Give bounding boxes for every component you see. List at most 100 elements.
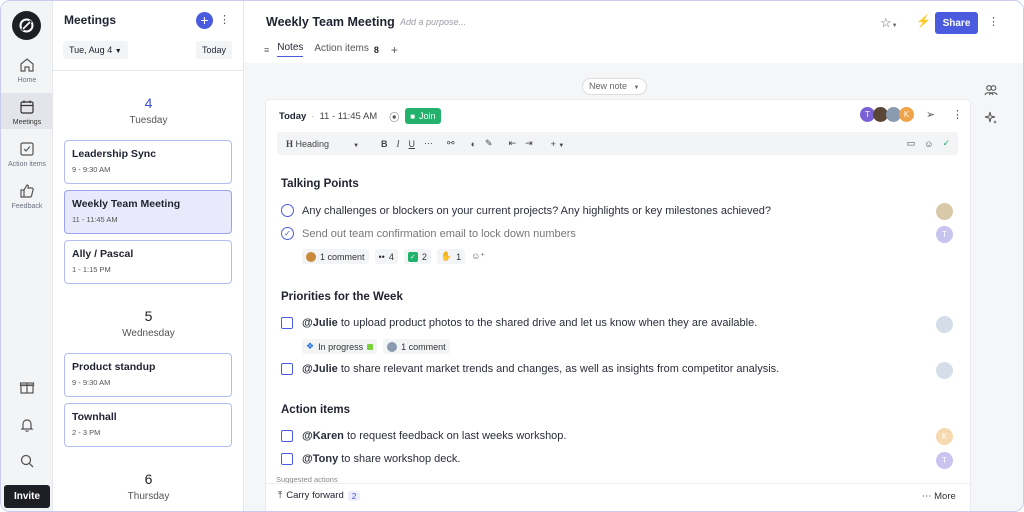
section-heading: Priorities for the Week	[281, 291, 403, 303]
video-icon: ■	[410, 111, 416, 121]
list-icon: ≡	[264, 44, 270, 55]
today-button[interactable]: Today	[196, 41, 233, 59]
mention[interactable]: @Julie	[302, 363, 338, 375]
circle-checkbox[interactable]	[281, 204, 294, 217]
users-icon[interactable]	[984, 83, 998, 97]
priority-item[interactable]: @Julie to share relevant market trends a…	[281, 363, 779, 375]
avatar	[306, 251, 316, 262]
meeting-card[interactable]: Townhall 2 - 3 PM	[64, 403, 232, 447]
more-button[interactable]: ⋯ More	[922, 491, 956, 502]
home-icon	[20, 58, 34, 72]
meeting-card[interactable]: Product standup 9 - 9:30 AM	[64, 353, 232, 397]
divider	[53, 70, 244, 71]
emoji-icon[interactable]: ☺	[924, 139, 933, 149]
circle-checkbox-checked[interactable]: ✓	[281, 227, 294, 240]
send-icon[interactable]: ➢	[926, 108, 935, 121]
action-item-body: to request feedback on last weeks worksh…	[343, 430, 567, 442]
italic-button[interactable]: I	[397, 139, 400, 149]
status-badge[interactable]: ❖ In progress	[302, 339, 378, 354]
avatar	[936, 203, 953, 220]
palette-icon[interactable]: ◐	[471, 139, 476, 149]
more-icon[interactable]: ⋮	[952, 108, 963, 121]
check-icon[interactable]: ✓	[942, 138, 950, 149]
meeting-time: 2 - 3 PM	[72, 428, 101, 437]
avatar: T	[936, 226, 953, 243]
avatar[interactable]: K	[899, 107, 914, 122]
star-icon[interactable]: ☆▼	[880, 15, 898, 31]
more-icon[interactable]: ⋯	[424, 138, 433, 149]
meeting-time: 9 - 9:30 AM	[72, 165, 111, 174]
note-date: Today	[279, 110, 307, 122]
tab-action-items[interactable]: Action items	[314, 43, 368, 57]
insert-icon[interactable]: + ▼	[551, 139, 565, 149]
talking-point[interactable]: Any challenges or blockers on your curre…	[281, 204, 771, 217]
status-dot	[367, 343, 374, 350]
app-window: Home Meetings Action items Feedback Invi…	[0, 0, 1024, 512]
outdent-icon[interactable]: ⇤	[509, 138, 517, 149]
checkbox[interactable]	[281, 363, 293, 375]
reaction-eyes[interactable]: •• 4	[374, 249, 398, 264]
highlighter-icon[interactable]: ✎	[485, 138, 493, 149]
checkbox[interactable]	[281, 453, 293, 465]
date-selector-label: Tue, Aug 4	[69, 45, 113, 55]
new-note-button[interactable]: New note ▼	[582, 78, 647, 95]
more-icon[interactable]: ⋮	[219, 13, 230, 26]
note-header: Today · 11 - 11:45 AM ⦿ ■ Join	[279, 108, 441, 124]
add-reaction-icon[interactable]: ☺⁺	[471, 251, 485, 262]
join-button[interactable]: ■ Join	[405, 108, 441, 124]
day-number: 5	[144, 308, 153, 324]
day-number: 6	[144, 471, 153, 487]
invite-button[interactable]: Invite	[4, 485, 50, 508]
reaction-thumbs[interactable]: ✋ 1	[436, 249, 466, 264]
bell-icon[interactable]	[19, 417, 35, 433]
comment-icon[interactable]: ▭	[907, 138, 916, 149]
purpose-input[interactable]: Add a purpose...	[400, 17, 466, 27]
checkbox[interactable]	[281, 430, 293, 442]
checkbox[interactable]	[281, 317, 293, 329]
sparkle-icon[interactable]	[984, 111, 998, 125]
avatar	[936, 316, 953, 333]
underline-button[interactable]: U	[409, 139, 416, 149]
thumbs-up-icon	[20, 184, 34, 198]
indent-icon[interactable]: ⇥	[525, 138, 533, 149]
search-icon[interactable]	[19, 453, 35, 469]
bold-button[interactable]: B	[381, 139, 388, 149]
more-icon[interactable]: ⋮	[988, 15, 999, 28]
text-style-select[interactable]: H Heading ▼	[286, 139, 359, 149]
reaction-check[interactable]: ✓ 2	[403, 249, 431, 264]
checkbox-icon	[20, 142, 34, 156]
status-label: In progress	[318, 341, 364, 352]
page-title[interactable]: Weekly Team Meeting	[266, 15, 395, 29]
rail-item-feedback[interactable]: Feedback	[1, 183, 53, 213]
rail-item-meetings[interactable]: Meetings	[1, 93, 53, 129]
gift-icon[interactable]	[19, 379, 35, 395]
talking-point[interactable]: ✓ Send out team confirmation email to lo…	[281, 227, 576, 240]
carry-forward-label: Carry forward	[286, 490, 344, 501]
add-tab-button[interactable]: +	[391, 43, 398, 57]
record-icon[interactable]: ⦿	[389, 109, 399, 124]
carry-forward-button[interactable]: ⤒ Carry forward 2	[278, 490, 361, 501]
action-item[interactable]: @Tony to share workshop deck.	[281, 453, 460, 465]
priority-item[interactable]: @Julie to upload product photos to the s…	[281, 317, 757, 329]
rail-item-home[interactable]: Home	[1, 57, 53, 89]
app-logo[interactable]	[12, 11, 41, 40]
mention[interactable]: @Karen	[302, 430, 344, 442]
share-button[interactable]: Share	[935, 12, 978, 34]
action-item[interactable]: @Karen to request feedback on last weeks…	[281, 430, 566, 442]
bolt-icon[interactable]: ⚡	[916, 14, 931, 28]
comment-chip[interactable]: 1 comment	[302, 249, 369, 264]
link-icon[interactable]: ⚯	[447, 138, 455, 149]
meeting-title: Product standup	[72, 361, 156, 373]
rail-item-action-items[interactable]: Action items	[1, 141, 53, 171]
mention[interactable]: @Tony	[302, 453, 338, 465]
mention[interactable]: @Julie	[302, 317, 338, 329]
meeting-card-selected[interactable]: Weekly Team Meeting 11 - 11:45 AM	[64, 190, 232, 234]
tab-notes[interactable]: Notes	[277, 42, 304, 57]
add-meeting-button[interactable]: +	[196, 12, 213, 29]
date-selector[interactable]: Tue, Aug 4 ▼	[63, 41, 128, 59]
meeting-card[interactable]: Ally / Pascal 1 - 1:15 PM	[64, 240, 232, 284]
comment-chip[interactable]: 1 comment	[383, 339, 450, 354]
meeting-card[interactable]: Leadership Sync 9 - 9:30 AM	[64, 140, 232, 184]
top-bar: Weekly Team Meeting Add a purpose... ☆▼ …	[244, 1, 1023, 63]
join-label: Join	[419, 111, 436, 121]
